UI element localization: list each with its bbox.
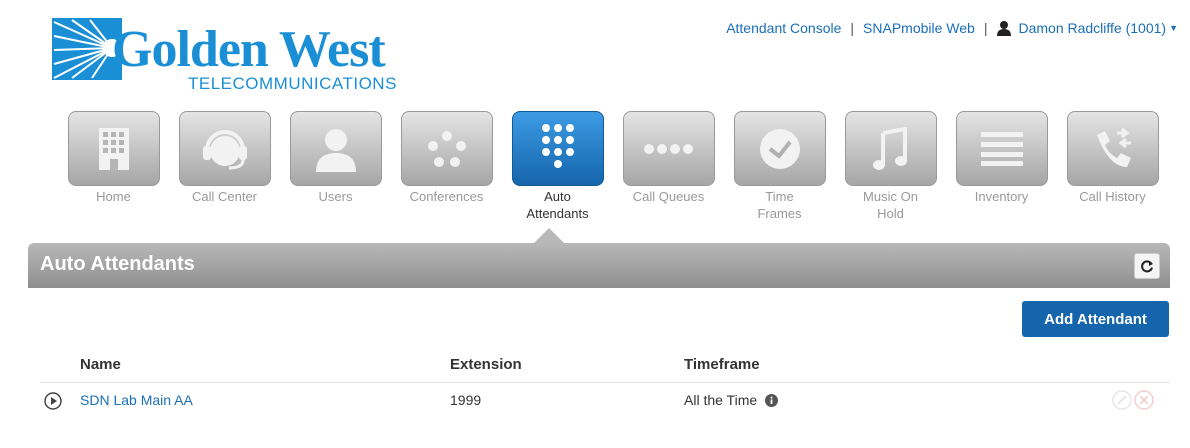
- refresh-icon: [1141, 260, 1153, 273]
- dots-circle-icon: [427, 130, 466, 167]
- attendant-name-link[interactable]: SDN Lab Main AA: [80, 392, 193, 408]
- edit-icon[interactable]: [1112, 390, 1132, 410]
- dots-row-icon: [643, 143, 693, 154]
- attendant-extension: 1999: [450, 392, 482, 408]
- building-icon: [98, 127, 129, 170]
- nav-item-call-center[interactable]: Call Center: [169, 111, 280, 222]
- nav-item-time-frames[interactable]: Time Frames: [724, 111, 835, 222]
- delete-icon[interactable]: [1134, 390, 1154, 410]
- chevron-down-icon: ▼: [1169, 23, 1178, 33]
- timeframe-label: All the Time: [684, 392, 758, 408]
- info-icon[interactable]: [765, 394, 779, 407]
- keypad-icon: [541, 123, 574, 168]
- attendant-console-link[interactable]: Attendant Console: [726, 20, 841, 36]
- brand-name: Golden West: [112, 21, 386, 78]
- page-title: Auto Attendants: [40, 253, 195, 275]
- attendant-timeframe: All the Time: [684, 392, 779, 408]
- nav-label: Call Queues: [632, 189, 705, 204]
- nav-label: Auto Attendants: [526, 189, 589, 221]
- main-nav: Home Call Center Users Conferences Auto …: [58, 111, 1168, 222]
- column-header-name[interactable]: Name: [80, 356, 121, 373]
- user-menu[interactable]: Damon Radcliffe (1001) ▼: [996, 20, 1178, 36]
- nav-label: Call History: [1079, 189, 1146, 204]
- nav-label: Music On Hold: [863, 189, 918, 221]
- expand-play-icon[interactable]: [44, 392, 62, 410]
- nav-item-auto-attendants[interactable]: Auto Attendants: [502, 111, 613, 222]
- music-note-icon: [872, 126, 907, 170]
- nav-item-music-on-hold[interactable]: Music On Hold: [835, 111, 946, 222]
- add-attendant-button[interactable]: Add Attendant: [1022, 301, 1169, 337]
- nav-item-users[interactable]: Users: [280, 111, 391, 222]
- table-divider: [40, 382, 1170, 383]
- nav-label: Users: [318, 189, 353, 204]
- headset-icon: [202, 129, 247, 169]
- nav-label: Call Center: [191, 189, 258, 204]
- user-icon: [997, 21, 1012, 36]
- nav-label: Time Frames: [757, 189, 802, 221]
- column-header-timeframe[interactable]: Timeframe: [684, 356, 760, 373]
- section-header: Auto Attendants: [28, 243, 1170, 288]
- snapmobile-web-link[interactable]: SNAPmobile Web: [863, 20, 975, 36]
- top-nav: Attendant Console | SNAPmobile Web | Dam…: [726, 20, 1178, 36]
- user-icon: [315, 128, 356, 172]
- nav-item-call-history[interactable]: Call History: [1057, 111, 1168, 222]
- clock-icon: [759, 128, 800, 169]
- refresh-button[interactable]: [1134, 253, 1160, 279]
- nav-label: Inventory: [974, 189, 1029, 204]
- nav-separator: |: [983, 20, 988, 36]
- nav-item-conferences[interactable]: Conferences: [391, 111, 502, 222]
- list-icon: [980, 131, 1023, 166]
- nav-label: Home: [96, 189, 131, 204]
- nav-item-home[interactable]: Home: [58, 111, 169, 222]
- column-header-extension[interactable]: Extension: [450, 356, 522, 373]
- nav-item-inventory[interactable]: Inventory: [946, 111, 1057, 222]
- row-actions: [1112, 390, 1154, 410]
- nav-separator: |: [850, 20, 855, 36]
- active-tab-pointer: [533, 228, 565, 244]
- brand-subtitle: TELECOMMUNICATIONS: [188, 74, 397, 93]
- nav-label: Conferences: [409, 189, 484, 204]
- user-name: Damon Radcliffe (1001): [1018, 20, 1167, 36]
- nav-item-call-queues[interactable]: Call Queues: [613, 111, 724, 222]
- phone-arrows-icon: [1096, 127, 1131, 167]
- brand-logo: Golden West TELECOMMUNICATIONS: [52, 18, 452, 100]
